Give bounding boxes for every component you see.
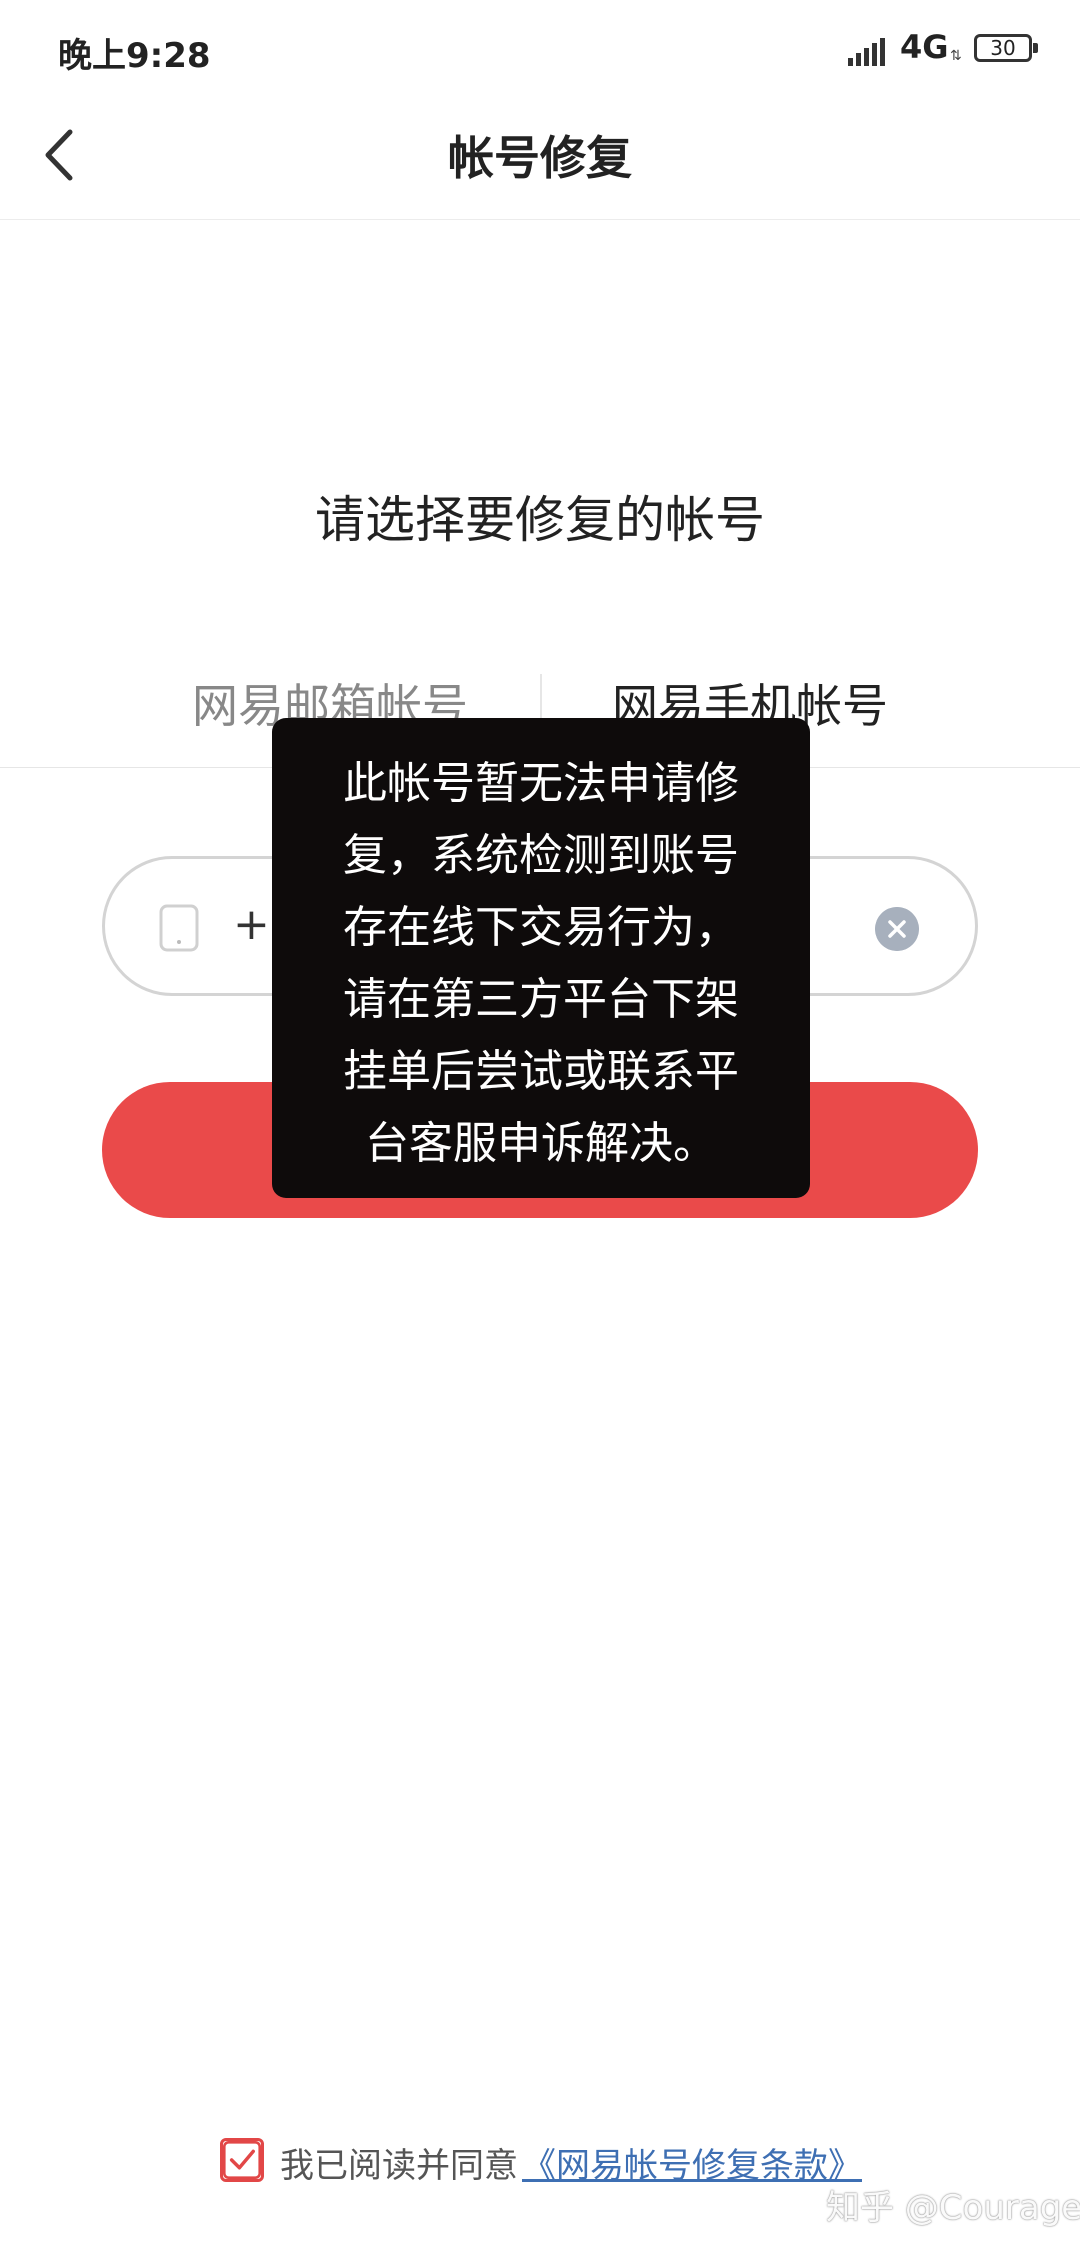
status-bar: 晚上9:28 4G ⇅ 30 [0,0,1080,100]
page-title: 帐号修复 [448,131,632,185]
phone-icon [159,904,199,952]
clear-input-icon[interactable] [875,907,919,951]
terms-link[interactable]: 《网易帐号修复条款》 [522,2138,862,2187]
error-toast: 此帐号暂无法申请修 复，系统检测到账号 存在线下交易行为， 请在第三方平台下架 … [272,718,810,1198]
signal-icon [848,38,885,66]
toast-message: 此帐号暂无法申请修 复，系统检测到账号 存在线下交易行为， 请在第三方平台下架 … [343,758,739,1169]
battery-level: 30 [990,36,1016,60]
section-title: 请选择要修复的帐号 [315,491,765,549]
nav-bar: 帐号修复 [0,100,1080,220]
screen: 晚上9:28 4G ⇅ 30 帐号修复 请选择要修复的帐号 网易邮箱帐号 网易手… [0,0,1080,2248]
data-activity-icon: ⇅ [950,48,962,64]
agreement-text: 我已阅读并同意 [280,2146,518,2186]
battery-icon: 30 [974,34,1038,62]
network-type: 4G [900,28,949,66]
agree-checkbox[interactable] [220,2138,264,2182]
watermark: 知乎 @Courage [826,2188,1080,2228]
status-time: 晚上9:28 [58,36,211,76]
